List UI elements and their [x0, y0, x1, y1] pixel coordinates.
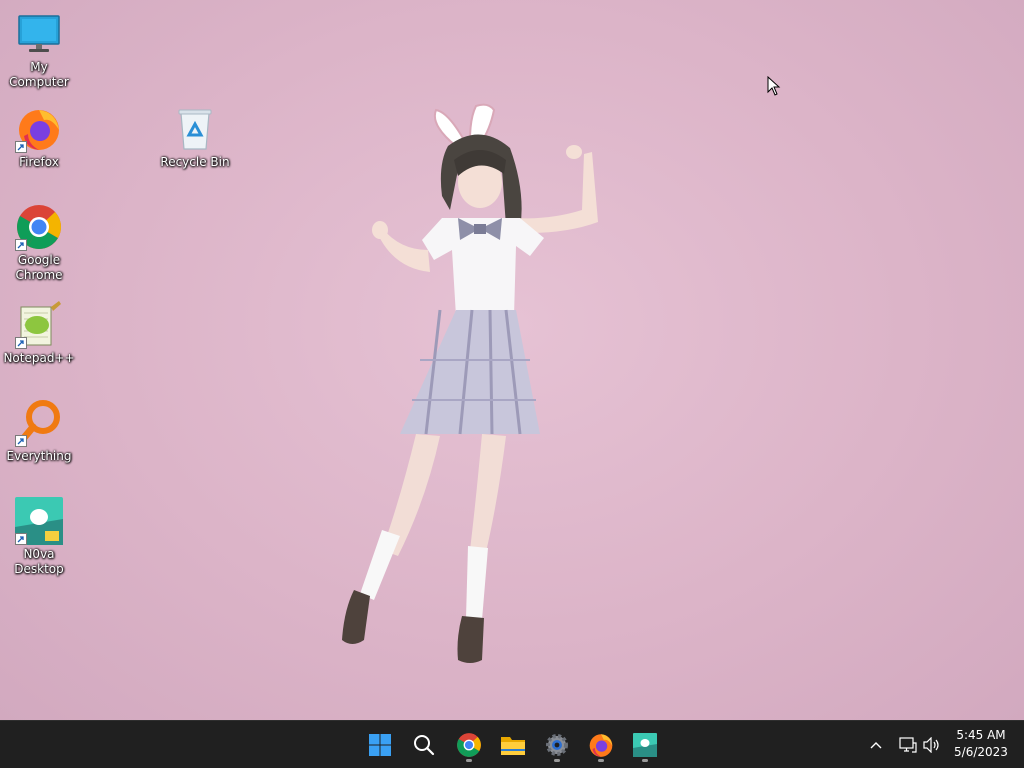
desktop-icon-label: N0va Desktop: [14, 547, 64, 576]
search-icon: [414, 735, 435, 756]
desktop-icon-notepad-plus-plus[interactable]: Notepad++: [0, 301, 78, 366]
desktop-icon-label: My Computer: [9, 60, 69, 89]
desktop-icon-label: Notepad++: [3, 351, 75, 365]
wallpaper-figure: [342, 103, 598, 663]
desktop-icon-google-chrome[interactable]: Google Chrome: [0, 203, 78, 283]
running-indicator: [642, 759, 648, 762]
taskbar-settings-button[interactable]: [539, 727, 575, 763]
mouse-cursor-icon: [767, 76, 781, 96]
shortcut-arrow-icon: [15, 337, 27, 349]
taskbar-search-button[interactable]: [406, 727, 442, 763]
desktop-icon-label: Firefox: [19, 155, 59, 169]
running-indicator: [554, 759, 560, 762]
taskbar-start-button[interactable]: [362, 727, 398, 763]
folder-icon: [501, 737, 525, 755]
notepad-plus-plus-icon: [15, 301, 63, 349]
desktop-icon-my-computer[interactable]: My Computer: [0, 10, 78, 90]
tray-network-button[interactable]: [897, 733, 919, 757]
shortcut-arrow-icon: [15, 435, 27, 447]
desktop-icon-label: Google Chrome: [15, 253, 63, 282]
running-indicator: [466, 759, 472, 762]
desktop-icon-firefox[interactable]: Firefox: [0, 105, 78, 170]
volume-icon: [923, 737, 939, 753]
gear-icon: [546, 734, 568, 756]
taskbar-firefox-button[interactable]: [583, 727, 619, 763]
clock-time: 5:45 AM: [956, 728, 1006, 742]
desktop-icon-n0va-desktop[interactable]: N0va Desktop: [0, 497, 78, 577]
windows-start-icon: [369, 734, 391, 756]
clock-date: 5/6/2023: [954, 745, 1008, 759]
chevron-up-icon: [870, 742, 882, 749]
firefox-icon: [589, 734, 613, 757]
tray-overflow-button[interactable]: [866, 733, 886, 757]
taskbar-clock[interactable]: 5:45 AM 5/6/2023: [946, 727, 1016, 761]
network-icon: [899, 737, 917, 753]
desktop[interactable]: My Computer Firefox Recycle Bin Google C…: [0, 0, 1024, 720]
taskbar-chrome-button[interactable]: [451, 727, 487, 763]
firefox-icon: [15, 105, 63, 153]
running-indicator: [598, 759, 604, 762]
chrome-icon: [15, 203, 63, 251]
shortcut-arrow-icon: [15, 239, 27, 251]
everything-search-icon: [15, 399, 63, 447]
shortcut-arrow-icon: [15, 533, 27, 545]
recycle-bin-icon: [171, 105, 219, 153]
taskbar-file-explorer-button[interactable]: [495, 727, 531, 763]
desktop-icon-recycle-bin[interactable]: Recycle Bin: [156, 105, 234, 170]
taskbar-n0va-desktop-button[interactable]: [627, 727, 663, 763]
desktop-icon-label: Recycle Bin: [160, 155, 230, 169]
taskbar: 5:45 AM 5/6/2023: [0, 720, 1024, 768]
desktop-icon-label: Everything: [6, 449, 72, 463]
chrome-icon: [457, 733, 481, 757]
n0va-desktop-icon: [633, 733, 657, 757]
shortcut-arrow-icon: [15, 141, 27, 153]
n0va-desktop-icon: [15, 497, 63, 545]
monitor-icon: [15, 10, 63, 58]
tray-volume-button[interactable]: [921, 733, 943, 757]
desktop-icon-everything[interactable]: Everything: [0, 399, 78, 464]
